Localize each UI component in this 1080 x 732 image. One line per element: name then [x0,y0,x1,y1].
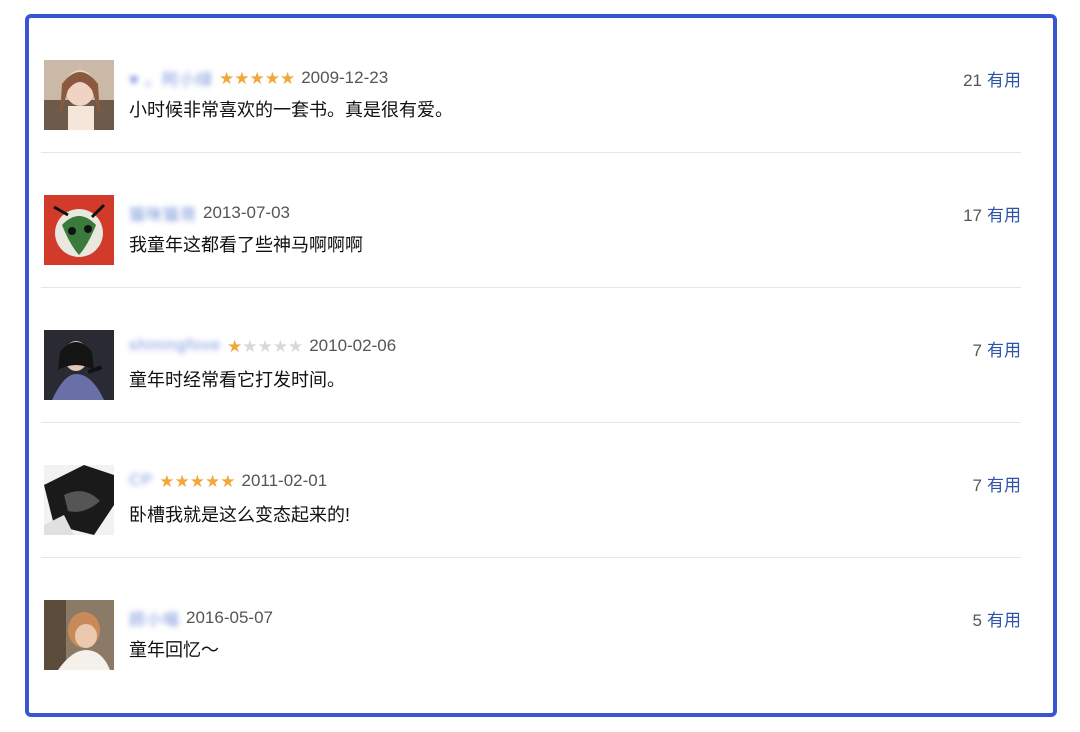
username-link[interactable]: ♥ 。阿小绿 [129,66,213,90]
star-icon: ★ [257,336,273,356]
username-link[interactable]: 顾小喵 [129,606,180,630]
useful-vote: 5 有用 [973,606,1021,631]
star-icon: ★ [272,336,288,356]
useful-button[interactable]: 有用 [987,71,1021,90]
star-icon: ★ [204,471,221,491]
star-rating: ★ ★ ★ ★ ★ [159,473,235,490]
star-rating: ★ ★ ★ ★ ★ [227,338,303,355]
useful-count: 7 [972,476,982,495]
photo-portrait-avatar[interactable] [44,600,114,670]
singer-portrait-avatar[interactable] [44,330,114,400]
star-icon: ★ [234,68,250,88]
useful-vote: 7 有用 [973,336,1021,361]
comment-item: ♥ 。阿小绿 ★ ★ ★ ★ ★ 2009-12-23 小时候非常喜欢的一套书。真是很有… [41,18,1021,153]
star-icon: ★ [220,471,236,491]
username-link[interactable]: 猫咪猫哥 [129,201,197,225]
comment-list: ♥ 。阿小绿 ★ ★ ★ ★ ★ 2009-12-23 小时候非常喜欢的一套书。真是很有… [41,18,1021,692]
username-link[interactable]: CP [129,472,153,490]
useful-count: 21 [963,71,982,90]
comment-date: 2016-05-07 [186,608,273,627]
useful-count: 17 [963,206,982,225]
comment-text: 卧槽我就是这么变态起来的! [129,505,350,525]
star-icon: ★ [174,471,190,491]
star-icon: ★ [279,68,296,88]
star-icon: ★ [189,471,205,491]
comment-text: 童年时经常看它打发时间。 [129,370,345,390]
useful-button[interactable]: 有用 [987,341,1021,360]
woman-portrait-avatar[interactable] [44,60,114,130]
star-icon: ★ [159,471,175,491]
star-icon: ★ [242,336,258,356]
star-icon: ★ [264,68,280,88]
comment-item: 顾小喵 2016-05-07 童年回忆～ 5 有用 [41,558,1021,692]
comments-panel: ♥ 。阿小绿 ★ ★ ★ ★ ★ 2009-12-23 小时候非常喜欢的一套书。真是很有… [25,14,1057,717]
useful-count: 7 [972,341,982,360]
comment-meta: 猫咪猫哥 2013-07-03 [129,201,290,225]
useful-vote: 17 有用 [963,201,1021,226]
useful-vote: 7 有用 [973,471,1021,496]
star-icon: ★ [287,336,304,356]
comment-date: 2011-02-01 [241,471,328,490]
comment-meta: 顾小喵 2016-05-07 [129,606,273,630]
comment-text: 我童年这都看了些神马啊啊啊 [129,235,363,255]
star-icon: ★ [249,68,265,88]
comment-meta: shiningfove ★ ★ ★ ★ ★ 2010-02-06 [129,336,396,356]
star-rating: ★ ★ ★ ★ ★ [219,70,295,87]
useful-button[interactable]: 有用 [987,611,1021,630]
useful-count: 5 [972,611,982,630]
useful-button[interactable]: 有用 [987,476,1021,495]
dark-silhouette-avatar[interactable] [44,465,114,535]
comment-date: 2010-02-06 [309,336,397,355]
red-illustration-avatar[interactable] [44,195,114,265]
useful-vote: 21 有用 [963,66,1021,91]
comment-text: 童年回忆～ [129,640,219,660]
comment-item: 猫咪猫哥 2013-07-03 我童年这都看了些神马啊啊啊 17 有用 [41,153,1021,288]
comment-text: 小时候非常喜欢的一套书。真是很有爱。 [129,100,453,120]
comment-date: 2013-07-03 [203,203,290,222]
comment-item: CP ★ ★ ★ ★ ★ 2011-02-01 卧槽我就是这么变态起来的! 7 有用 [41,423,1021,558]
star-icon: ★ [218,68,235,88]
comment-item: shiningfove ★ ★ ★ ★ ★ 2010-02-06 童年时经常看它打发时间… [41,288,1021,423]
username-link[interactable]: shiningfove [129,337,221,355]
comment-date: 2009-12-23 [301,68,389,87]
comment-meta: CP ★ ★ ★ ★ ★ 2011-02-01 [129,471,327,491]
comment-meta: ♥ 。阿小绿 ★ ★ ★ ★ ★ 2009-12-23 [129,66,388,90]
star-icon: ★ [226,336,243,356]
useful-button[interactable]: 有用 [987,206,1021,225]
